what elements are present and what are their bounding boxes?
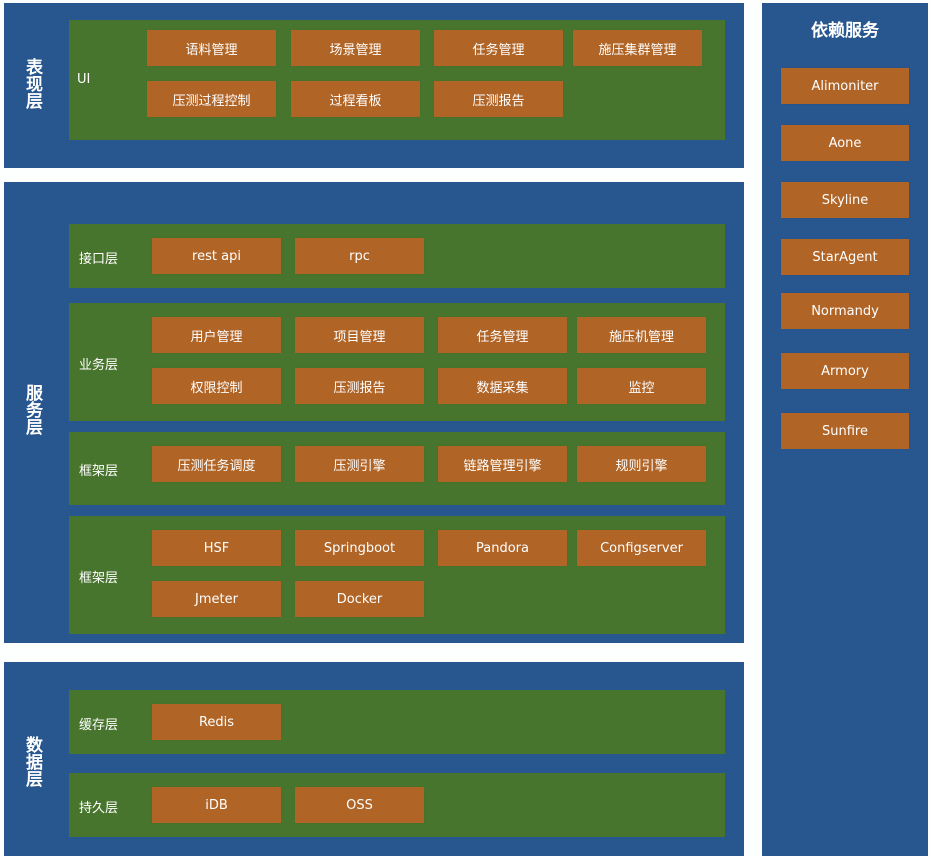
component-monitoring: 监控: [577, 368, 706, 404]
framework-section-label: 框架层: [79, 464, 119, 479]
component-load-machine-management: 施压机管理: [577, 317, 706, 353]
persistence-section-label: 持久层: [79, 801, 119, 816]
component-oss: OSS: [295, 787, 424, 823]
component-scenario-management: 场景管理: [291, 30, 420, 66]
dependency-normandy: Normandy: [781, 293, 909, 329]
service-layer: 服务层 接口层 rest api rpc 业务层 用户管理 项目管理 任务管理 …: [4, 182, 744, 643]
component-pandora: Pandora: [438, 530, 567, 566]
presentation-layer: 表现层 UI 语料管理 场景管理 任务管理 施压集群管理 压测过程控制 过程看板…: [4, 3, 744, 168]
framework-section-label: 框架层: [79, 571, 119, 586]
business-section-label: 业务层: [79, 358, 119, 373]
business-section: 业务层 用户管理 项目管理 任务管理 施压机管理 权限控制 压测报告 数据采集 …: [69, 303, 725, 421]
data-layer-label: 数据层: [22, 736, 42, 787]
component-user-management: 用户管理: [152, 317, 281, 353]
component-task-scheduling: 压测任务调度: [152, 446, 281, 482]
dependencies-title: 依赖服务: [811, 21, 879, 41]
interface-section: 接口层 rest api rpc: [69, 224, 725, 288]
framework-section-tech: 框架层 HSF Springboot Pandora Configserver …: [69, 516, 725, 634]
component-docker: Docker: [295, 581, 424, 617]
dependency-staragent: StarAgent: [781, 239, 909, 275]
dependencies-panel: 依赖服务 Alimoniter Aone Skyline StarAgent N…: [762, 3, 928, 856]
component-test-process-control: 压测过程控制: [147, 81, 276, 117]
service-layer-label: 服务层: [22, 384, 42, 435]
component-trace-management-engine: 链路管理引擎: [438, 446, 567, 482]
component-rule-engine: 规则引擎: [577, 446, 706, 482]
data-layer: 数据层 缓存层 Redis 持久层 iDB OSS: [4, 662, 744, 856]
component-springboot: Springboot: [295, 530, 424, 566]
component-hsf: HSF: [152, 530, 281, 566]
component-configserver: Configserver: [577, 530, 706, 566]
component-task-management: 任务管理: [434, 30, 563, 66]
component-project-management: 项目管理: [295, 317, 424, 353]
component-load-cluster-management: 施压集群管理: [573, 30, 702, 66]
dependency-armory: Armory: [781, 353, 909, 389]
component-rpc: rpc: [295, 238, 424, 274]
component-permission-control: 权限控制: [152, 368, 281, 404]
component-process-dashboard: 过程看板: [291, 81, 420, 117]
component-jmeter: Jmeter: [152, 581, 281, 617]
dependency-alimoniter: Alimoniter: [781, 68, 909, 104]
framework-section-engines: 框架层 压测任务调度 压测引擎 链路管理引擎 规则引擎: [69, 432, 725, 505]
cache-section: 缓存层 Redis: [69, 690, 725, 754]
component-idb: iDB: [152, 787, 281, 823]
ui-section-label: UI: [77, 72, 91, 87]
cache-section-label: 缓存层: [79, 718, 119, 733]
interface-section-label: 接口层: [79, 252, 119, 267]
component-test-report: 压测报告: [434, 81, 563, 117]
dependency-sunfire: Sunfire: [781, 413, 909, 449]
presentation-layer-label: 表现层: [22, 58, 42, 109]
dependency-skyline: Skyline: [781, 182, 909, 218]
component-load-engine: 压测引擎: [295, 446, 424, 482]
dependency-aone: Aone: [781, 125, 909, 161]
ui-section: UI 语料管理 场景管理 任务管理 施压集群管理 压测过程控制 过程看板 压测报…: [69, 20, 725, 140]
component-rest-api: rest api: [152, 238, 281, 274]
component-data-collection: 数据采集: [438, 368, 567, 404]
persistence-section: 持久层 iDB OSS: [69, 773, 725, 837]
component-corpus-management: 语料管理: [147, 30, 276, 66]
component-test-report: 压测报告: [295, 368, 424, 404]
component-redis: Redis: [152, 704, 281, 740]
component-task-management: 任务管理: [438, 317, 567, 353]
